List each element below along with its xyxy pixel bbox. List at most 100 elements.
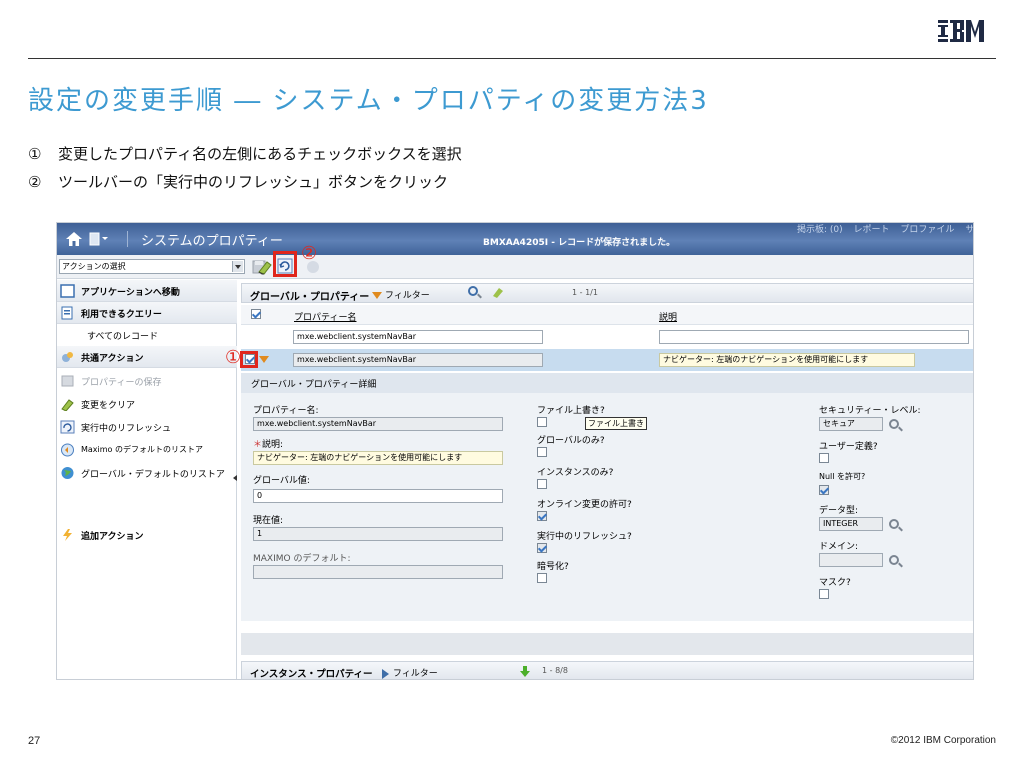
- security-level-field: セキュア: [819, 417, 883, 431]
- search-icon[interactable]: [468, 286, 478, 296]
- checkbox-highlight-box: [240, 351, 258, 368]
- sidebar-label: Maximo のデフォルトのリストア: [81, 445, 203, 454]
- mask-checkbox[interactable]: [819, 589, 829, 599]
- step-text: ツールバーの「実行中のリフレッシュ」ボタンをクリック: [58, 173, 449, 191]
- sidebar-more-actions-header[interactable]: 追加アクション: [57, 524, 237, 546]
- row-property-name: mxe.webclient.systemNavBar: [293, 353, 543, 367]
- global-properties-header: グローバル・プロパティー フィルター 1 - 1/1: [241, 283, 973, 303]
- current-value-label: 現在値:: [253, 516, 284, 526]
- eraser-icon[interactable]: [492, 286, 504, 298]
- pages-menu-icon[interactable]: [89, 232, 109, 246]
- global-only-label: グローバルのみ?: [537, 436, 605, 446]
- file-override-label: ファイル上書き?: [537, 406, 605, 416]
- save-icon: [61, 375, 74, 387]
- table-tools: 1 - 1/1: [460, 286, 620, 300]
- domain-field[interactable]: [819, 553, 883, 567]
- sidebar-collapse-icon[interactable]: [233, 475, 237, 481]
- select-all-checkbox[interactable]: [251, 309, 261, 319]
- search-icon[interactable]: [889, 419, 899, 429]
- online-change-checkbox[interactable]: [537, 511, 547, 521]
- data-type-label: データ型:: [819, 506, 859, 516]
- toolbar: アクションの選択: [57, 255, 973, 279]
- gear-icon: [62, 352, 73, 362]
- search-icon[interactable]: [889, 555, 899, 565]
- home-icon[interactable]: [65, 231, 83, 247]
- download-icon[interactable]: [520, 666, 530, 677]
- sidebar-item-restore-global-default[interactable]: グローバル・デフォルトのリストア: [57, 462, 237, 484]
- eraser-icon: [61, 399, 74, 411]
- description-field[interactable]: ナビゲーター: 左端のナビゲーションを使用可能にします: [253, 451, 503, 465]
- link-profile[interactable]: プロファイル: [900, 225, 954, 235]
- security-level-label: セキュリティー・レベル:: [819, 406, 921, 416]
- pager-count: 1 - 8/8: [542, 666, 568, 675]
- filter-link[interactable]: フィルター: [382, 666, 438, 679]
- live-refresh-checkbox[interactable]: [537, 543, 547, 553]
- pager-count: 1 - 1/1: [572, 288, 598, 297]
- encrypted-label: 暗号化?: [537, 562, 569, 572]
- search-icon[interactable]: [889, 519, 899, 529]
- user-defined-checkbox[interactable]: [819, 453, 829, 463]
- query-icon: [61, 306, 73, 320]
- row-toggle-icon[interactable]: [259, 356, 269, 364]
- sidebar-label: 共通アクション: [81, 354, 144, 364]
- header-separator: [127, 231, 128, 247]
- chevron-down-icon[interactable]: [232, 261, 243, 272]
- globe-icon: [61, 467, 74, 479]
- sidebar-queries-header[interactable]: 利用できるクエリー: [57, 302, 237, 324]
- eraser-icon[interactable]: [257, 259, 273, 275]
- sidebar-label: 変更をクリア: [81, 401, 136, 411]
- description-label: ＊説明:: [253, 440, 284, 450]
- status-message: BMXAA4205I - レコードが保存されました。: [483, 238, 676, 248]
- column-property-name[interactable]: プロパティー名: [294, 310, 356, 323]
- instance-properties-header: インスタンス・プロパティー フィルター 1 - 8/8: [241, 661, 973, 679]
- instance-only-checkbox[interactable]: [537, 479, 547, 489]
- app-header: システムのプロパティー BMXAA4205I - レコードが保存されました。 掲…: [57, 223, 973, 255]
- callout-1: ①: [225, 347, 242, 368]
- sidebar-item-save-property[interactable]: プロパティーの保存: [57, 370, 237, 392]
- property-name-filter-input[interactable]: mxe.webclient.systemNavBar: [293, 330, 543, 344]
- filter-label: フィルター: [392, 669, 438, 679]
- instruction-step-1: ① 変更したプロパティ名の左側にあるチェックボックスを選択: [28, 143, 462, 164]
- copyright: ©2012 IBM Corporation: [890, 735, 996, 746]
- filter-icon: [372, 291, 382, 299]
- sidebar-go-to-apps[interactable]: アプリケーションへ移動: [57, 280, 237, 302]
- link-reports[interactable]: レポート: [854, 225, 890, 235]
- global-value-field[interactable]: 0: [253, 489, 503, 503]
- sidebar-label: プロパティーの保存: [81, 378, 162, 388]
- sidebar: アプリケーションへ移動 利用できるクエリー すべてのレコード 共通アクション プ…: [57, 280, 237, 679]
- instruction-step-2: ② ツールバーの「実行中のリフレッシュ」ボタンをクリック: [28, 171, 448, 192]
- sidebar-item-clear-changes[interactable]: 変更をクリア: [57, 393, 237, 415]
- step-text: 変更したプロパティ名の左側にあるチェックボックスを選択: [58, 145, 462, 163]
- refresh-icon: [60, 420, 75, 434]
- filter-expand-icon: [382, 668, 389, 679]
- action-select[interactable]: アクションの選択: [59, 259, 245, 274]
- column-description[interactable]: 説明: [659, 310, 677, 323]
- filter-link[interactable]: フィルター: [372, 288, 430, 301]
- app-title: システムのプロパティー: [141, 234, 283, 249]
- step-number: ②: [28, 173, 42, 191]
- filter-label: フィルター: [384, 291, 430, 301]
- table-column-headers: プロパティー名 説明: [241, 305, 973, 325]
- callout-2: ②: [301, 243, 318, 264]
- window-icon: [60, 284, 75, 298]
- link-bulletins[interactable]: 掲示板: (0): [797, 225, 843, 235]
- maximo-default-label: MAXIMO のデフォルト:: [253, 554, 351, 564]
- encrypted-checkbox[interactable]: [537, 573, 547, 583]
- file-override-checkbox[interactable]: [537, 417, 547, 427]
- sidebar-item-restore-maximo-default[interactable]: Maximo のデフォルトのリストア: [57, 439, 237, 461]
- detail-form: プロパティー名: mxe.webclient.systemNavBar ＊説明:…: [241, 393, 973, 621]
- sidebar-label: グローバル・デフォルトのリストア: [81, 470, 225, 480]
- description-filter-input[interactable]: [659, 330, 969, 344]
- sidebar-label: すべてのレコード: [87, 332, 159, 342]
- sidebar-item-all-records[interactable]: すべてのレコード: [57, 324, 237, 346]
- sidebar-common-actions-header[interactable]: 共通アクション: [57, 346, 237, 368]
- global-only-checkbox[interactable]: [537, 447, 547, 457]
- null-allowed-checkbox[interactable]: [819, 485, 829, 495]
- global-value-label: グローバル値:: [253, 476, 310, 486]
- sidebar-item-live-refresh[interactable]: 実行中のリフレッシュ: [57, 416, 237, 438]
- link-signout[interactable]: サインア: [965, 225, 973, 235]
- sidebar-label: 実行中のリフレッシュ: [81, 424, 172, 434]
- table-row[interactable]: mxe.webclient.systemNavBar ナビゲーター: 左端のナビ…: [241, 349, 973, 371]
- page-number: 27: [28, 735, 41, 747]
- ibm-logo: [938, 20, 984, 42]
